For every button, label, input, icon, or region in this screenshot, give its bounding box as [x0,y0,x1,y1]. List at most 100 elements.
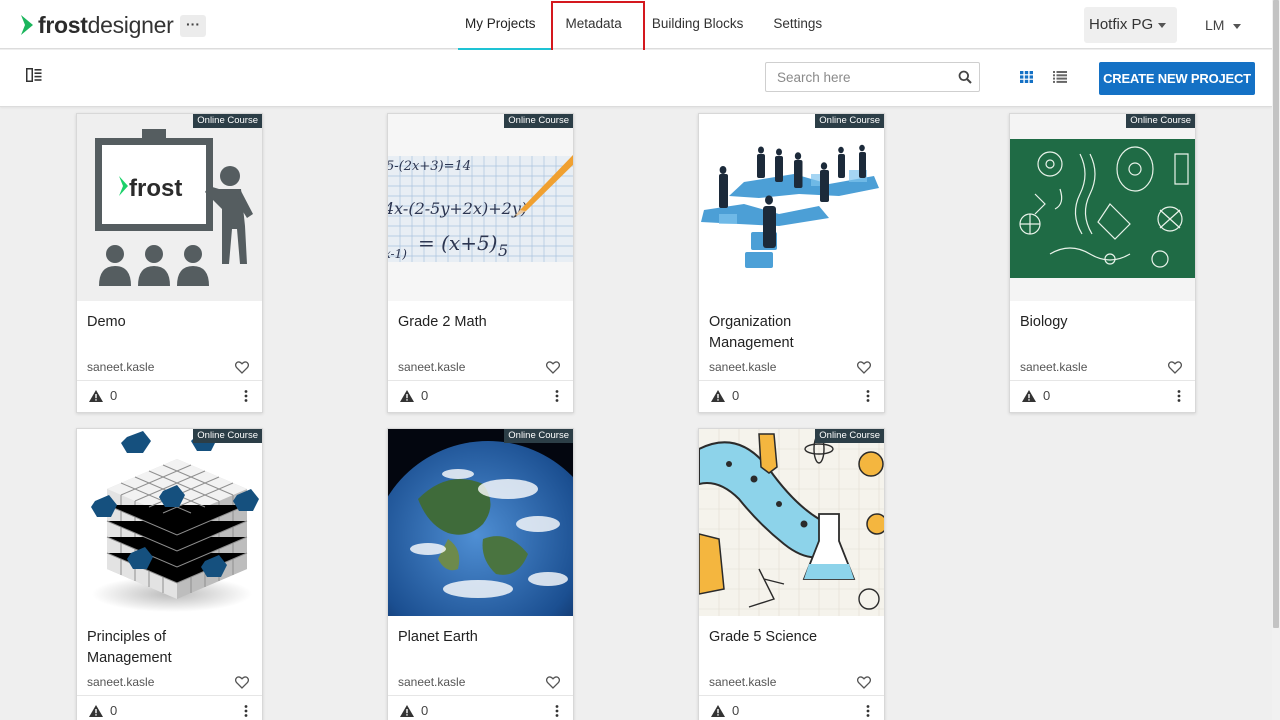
card-divider [388,380,573,381]
project-author: saneet.kasle [87,675,155,689]
tab-my-projects[interactable]: My Projects [450,0,551,50]
more-options-icon[interactable] [866,390,870,402]
app-logo[interactable]: frostdesigner [20,10,174,40]
org-selector[interactable]: Hotfix PG [1084,7,1177,43]
grid-view-icon[interactable] [1020,71,1033,83]
card-divider [1010,380,1195,381]
project-author: saneet.kasle [709,675,777,689]
project-author: saneet.kasle [709,360,777,374]
more-options-icon[interactable] [555,390,559,402]
project-thumbnail[interactable]: Online Course [699,429,884,616]
project-card-grade-5-science[interactable]: Online Course Grade 5 Science saneet.kas… [698,428,885,720]
heart-icon[interactable] [1168,361,1182,374]
heart-icon[interactable] [857,361,871,374]
user-menu[interactable]: LM [1205,7,1242,43]
svg-text:x-1): x-1) [388,247,407,261]
warning-icon [711,705,725,717]
project-card-grade-2-math[interactable]: 5-(2x+3)=14 4x-(2-5y+2x)+2y) = (x+5) 5 x… [387,113,574,413]
warning-icon [400,705,414,717]
page-scrollbar[interactable] [1272,0,1280,720]
project-author: saneet.kasle [87,360,155,374]
project-title[interactable]: Biology [1020,312,1180,333]
warning-count: 0 [1043,388,1051,403]
warning-count: 0 [110,388,118,403]
frost-teacher-icon: frost [77,114,262,301]
project-thumbnail[interactable]: Online Course [1010,114,1195,301]
svg-text:= (x+5): = (x+5) [418,231,497,255]
logo-text: frostdesigner [38,12,174,38]
svg-text:4x-(2-5y+2x)+2y): 4x-(2-5y+2x)+2y) [388,199,527,218]
project-card-planet-earth[interactable]: Online Course Planet Earth saneet.kasle … [387,428,574,720]
project-card-principles-of-management[interactable]: Online Course Principles of Management s… [76,428,263,720]
more-menu-button[interactable]: ··· [180,15,206,37]
more-options-icon[interactable] [866,705,870,717]
warning-count: 0 [732,388,740,403]
course-type-badge: Online Course [1126,114,1195,128]
heart-icon[interactable] [235,676,249,689]
heart-icon[interactable] [235,361,249,374]
user-initials: LM [1205,17,1225,33]
project-author: saneet.kasle [398,675,466,689]
heart-icon[interactable] [857,676,871,689]
science-doodle-image [699,429,884,616]
warning-icon [1022,390,1036,402]
card-divider [388,695,573,696]
warning-icon [400,390,414,402]
scrollbar-thumb[interactable] [1273,0,1279,628]
warning-count: 0 [110,703,118,718]
project-card-demo[interactable]: frost Online Course Demo saneet.kasle 0 [76,113,263,413]
more-options-icon[interactable] [244,705,248,717]
project-thumbnail[interactable]: Online Course [77,429,262,616]
list-view-icon[interactable] [1053,71,1067,83]
project-title[interactable]: Planet Earth [398,627,558,648]
project-title[interactable]: Organization Management [709,312,869,354]
project-author: saneet.kasle [1020,360,1088,374]
frost-chevron-icon [21,15,33,35]
card-divider [77,695,262,696]
project-title[interactable]: Grade 2 Math [398,312,558,333]
project-title[interactable]: Demo [87,312,247,333]
project-card-biology[interactable]: Online Course Biology saneet.kasle 0 [1009,113,1196,413]
course-type-badge: Online Course [504,429,573,443]
chevron-down-icon [1233,23,1242,29]
main-nav-tabs: My Projects Metadata Building Blocks Set… [450,0,837,50]
tab-building-blocks[interactable]: Building Blocks [637,0,759,49]
card-divider [699,380,884,381]
heart-icon[interactable] [546,676,560,689]
project-thumbnail[interactable]: frost Online Course [77,114,262,301]
svg-text:frost: frost [129,175,182,202]
project-thumbnail[interactable]: Online Course [699,114,884,301]
project-card-organization-management[interactable]: Online Course Organization Management sa… [698,113,885,413]
search-icon[interactable] [958,70,972,84]
more-options-icon[interactable] [555,705,559,717]
sidebar-toggle-icon[interactable] [26,68,42,82]
warning-count: 0 [732,703,740,718]
course-type-badge: Online Course [193,429,262,443]
svg-text:5-(2x+3)=14: 5-(2x+3)=14 [388,159,471,174]
earth-image [388,429,573,616]
search-box [765,62,980,92]
project-title[interactable]: Grade 5 Science [709,627,869,648]
more-options-icon[interactable] [244,390,248,402]
heart-icon[interactable] [546,361,560,374]
project-thumbnail[interactable]: Online Course [388,429,573,616]
tab-metadata[interactable]: Metadata [551,0,637,49]
warning-icon [711,390,725,402]
card-divider [77,380,262,381]
org-selector-label: Hotfix PG [1089,16,1154,33]
warning-count: 0 [421,388,429,403]
projects-toolbar: CREATE NEW PROJECT [0,50,1272,107]
course-type-badge: Online Course [193,114,262,128]
project-thumbnail[interactable]: 5-(2x+3)=14 4x-(2-5y+2x)+2y) = (x+5) 5 x… [388,114,573,301]
create-new-project-button[interactable]: CREATE NEW PROJECT [1099,62,1255,95]
search-input[interactable] [766,63,946,91]
course-type-badge: Online Course [815,114,884,128]
project-author: saneet.kasle [398,360,466,374]
svg-text:5: 5 [498,241,508,260]
project-title[interactable]: Principles of Management [87,627,247,669]
chevron-down-icon [1158,22,1167,28]
tab-settings[interactable]: Settings [758,0,837,49]
warning-icon [89,705,103,717]
more-options-icon[interactable] [1177,390,1181,402]
warning-icon [89,390,103,402]
